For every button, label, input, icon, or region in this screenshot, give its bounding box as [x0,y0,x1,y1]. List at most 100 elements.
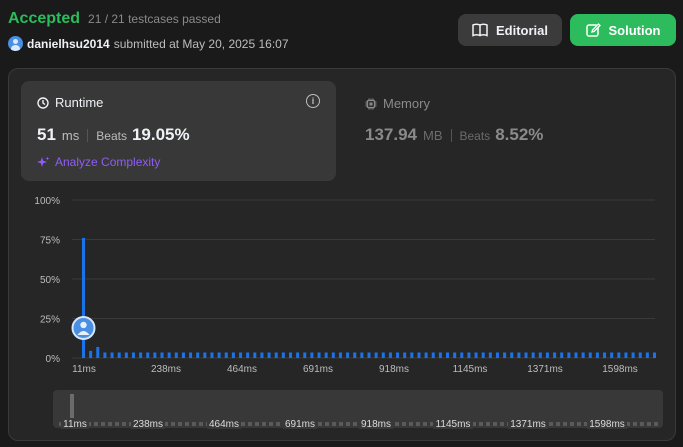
chart-bar[interactable] [403,352,407,358]
overview-bar [94,422,98,426]
overview-bar [486,422,490,426]
chart-bar[interactable] [353,352,357,358]
chart-bar[interactable] [417,352,421,358]
chart-bar[interactable] [531,352,535,358]
chart-bar[interactable] [160,352,164,358]
chart-bar[interactable] [453,352,457,358]
chart-bar[interactable] [96,346,100,358]
chart-bar[interactable] [338,352,342,358]
overview-bar [199,422,203,426]
chart-bar[interactable] [567,352,571,358]
chart-bar[interactable] [603,352,607,358]
chart-bar[interactable] [410,352,414,358]
chart-bar[interactable] [367,352,371,358]
chart-bar[interactable] [431,352,435,358]
chart-bar[interactable] [153,352,157,358]
chart-bar[interactable] [467,352,471,358]
chart-bar[interactable] [553,352,557,358]
chart-bar[interactable] [281,352,285,358]
chart-bar[interactable] [360,352,364,358]
chart-bar[interactable] [317,352,321,358]
chart-bar[interactable] [424,352,428,358]
chart-bar[interactable] [139,352,143,358]
chart-bar[interactable] [303,352,307,358]
chart-bar[interactable] [638,352,642,358]
chart-bar[interactable] [588,352,592,358]
chart-bar[interactable] [203,352,207,358]
overview-bar [409,422,413,426]
chart-bar[interactable] [331,352,335,358]
chart-bar[interactable] [653,352,656,358]
chart-bar[interactable] [388,352,392,358]
chart-bar[interactable] [545,352,549,358]
chart-bar[interactable] [610,352,614,358]
chart-bar[interactable] [274,352,278,358]
editorial-button[interactable]: Editorial [458,14,562,46]
chart-bar[interactable] [617,352,621,358]
overview-bar [647,422,651,426]
chart-bar[interactable] [538,352,542,358]
chart-bar[interactable] [510,352,514,358]
chart-bar[interactable] [296,352,300,358]
chart-bar[interactable] [239,352,243,358]
chart-bar[interactable] [488,352,492,358]
chart-bar[interactable] [288,352,292,358]
chart-bar[interactable] [189,352,193,358]
chart-bar[interactable] [103,352,107,358]
chart-bar[interactable] [438,352,442,358]
chart-bar[interactable] [224,352,228,358]
chart-bar[interactable] [117,352,121,358]
chart-bar[interactable] [131,352,135,358]
y-tick-label: 0% [46,354,61,365]
chart-bar[interactable] [645,352,649,358]
chart-bar[interactable] [146,352,150,358]
chart-bar[interactable] [517,352,521,358]
chart-bar[interactable] [503,352,507,358]
overview-bar [192,422,196,426]
chart-bar[interactable] [595,352,599,358]
overview-bar [563,422,567,426]
chart-bar[interactable] [460,352,464,358]
chart-bar[interactable] [253,352,257,358]
chart-bar[interactable] [196,352,200,358]
chart-bar[interactable] [231,352,235,358]
chart-bar[interactable] [481,352,485,358]
chart-bar[interactable] [624,352,628,358]
chart-bar[interactable] [374,352,378,358]
chart-bar[interactable] [524,352,528,358]
chart-bar[interactable] [124,352,128,358]
chart-bar[interactable] [310,352,314,358]
chart-bar[interactable] [574,352,578,358]
chart-bar[interactable] [396,352,400,358]
chart-bar[interactable] [110,352,114,358]
range-handle[interactable] [70,394,74,420]
chart-bar[interactable] [631,352,635,358]
chart-bar[interactable] [260,352,264,358]
submission-status: Accepted 21 / 21 testcases passed [8,10,221,28]
chart-bar[interactable] [381,352,385,358]
testcases-passed: 21 / 21 testcases passed [88,12,221,26]
chart-bar[interactable] [89,350,93,358]
chart-bar[interactable] [174,352,178,358]
chart-bar[interactable] [474,352,478,358]
chart-bar[interactable] [560,352,564,358]
chart-bar[interactable] [167,352,171,358]
avatar[interactable] [8,36,23,51]
chart-bar[interactable] [82,237,85,358]
solution-button[interactable]: Solution [570,14,676,46]
chart-bar[interactable] [246,352,250,358]
chart-bar[interactable] [217,352,221,358]
username-link[interactable]: danielhsu2014 [27,37,110,51]
chart-bar[interactable] [324,352,328,358]
chart-bar[interactable] [181,352,185,358]
chart-bar[interactable] [210,352,214,358]
overview-tick-label: 238ms [133,419,163,430]
chart-bar[interactable] [446,352,450,358]
chart-bar[interactable] [346,352,350,358]
overview-bar [346,422,350,426]
chart-bar[interactable] [495,352,499,358]
editorial-label: Editorial [495,22,548,38]
chart-bar[interactable] [581,352,585,358]
chart-bar[interactable] [267,352,271,358]
chart-svg[interactable]: 100% 75% 50% 25% 0% 11ms 238ms 464ms 691ms 918ms 1… [9,69,677,442]
